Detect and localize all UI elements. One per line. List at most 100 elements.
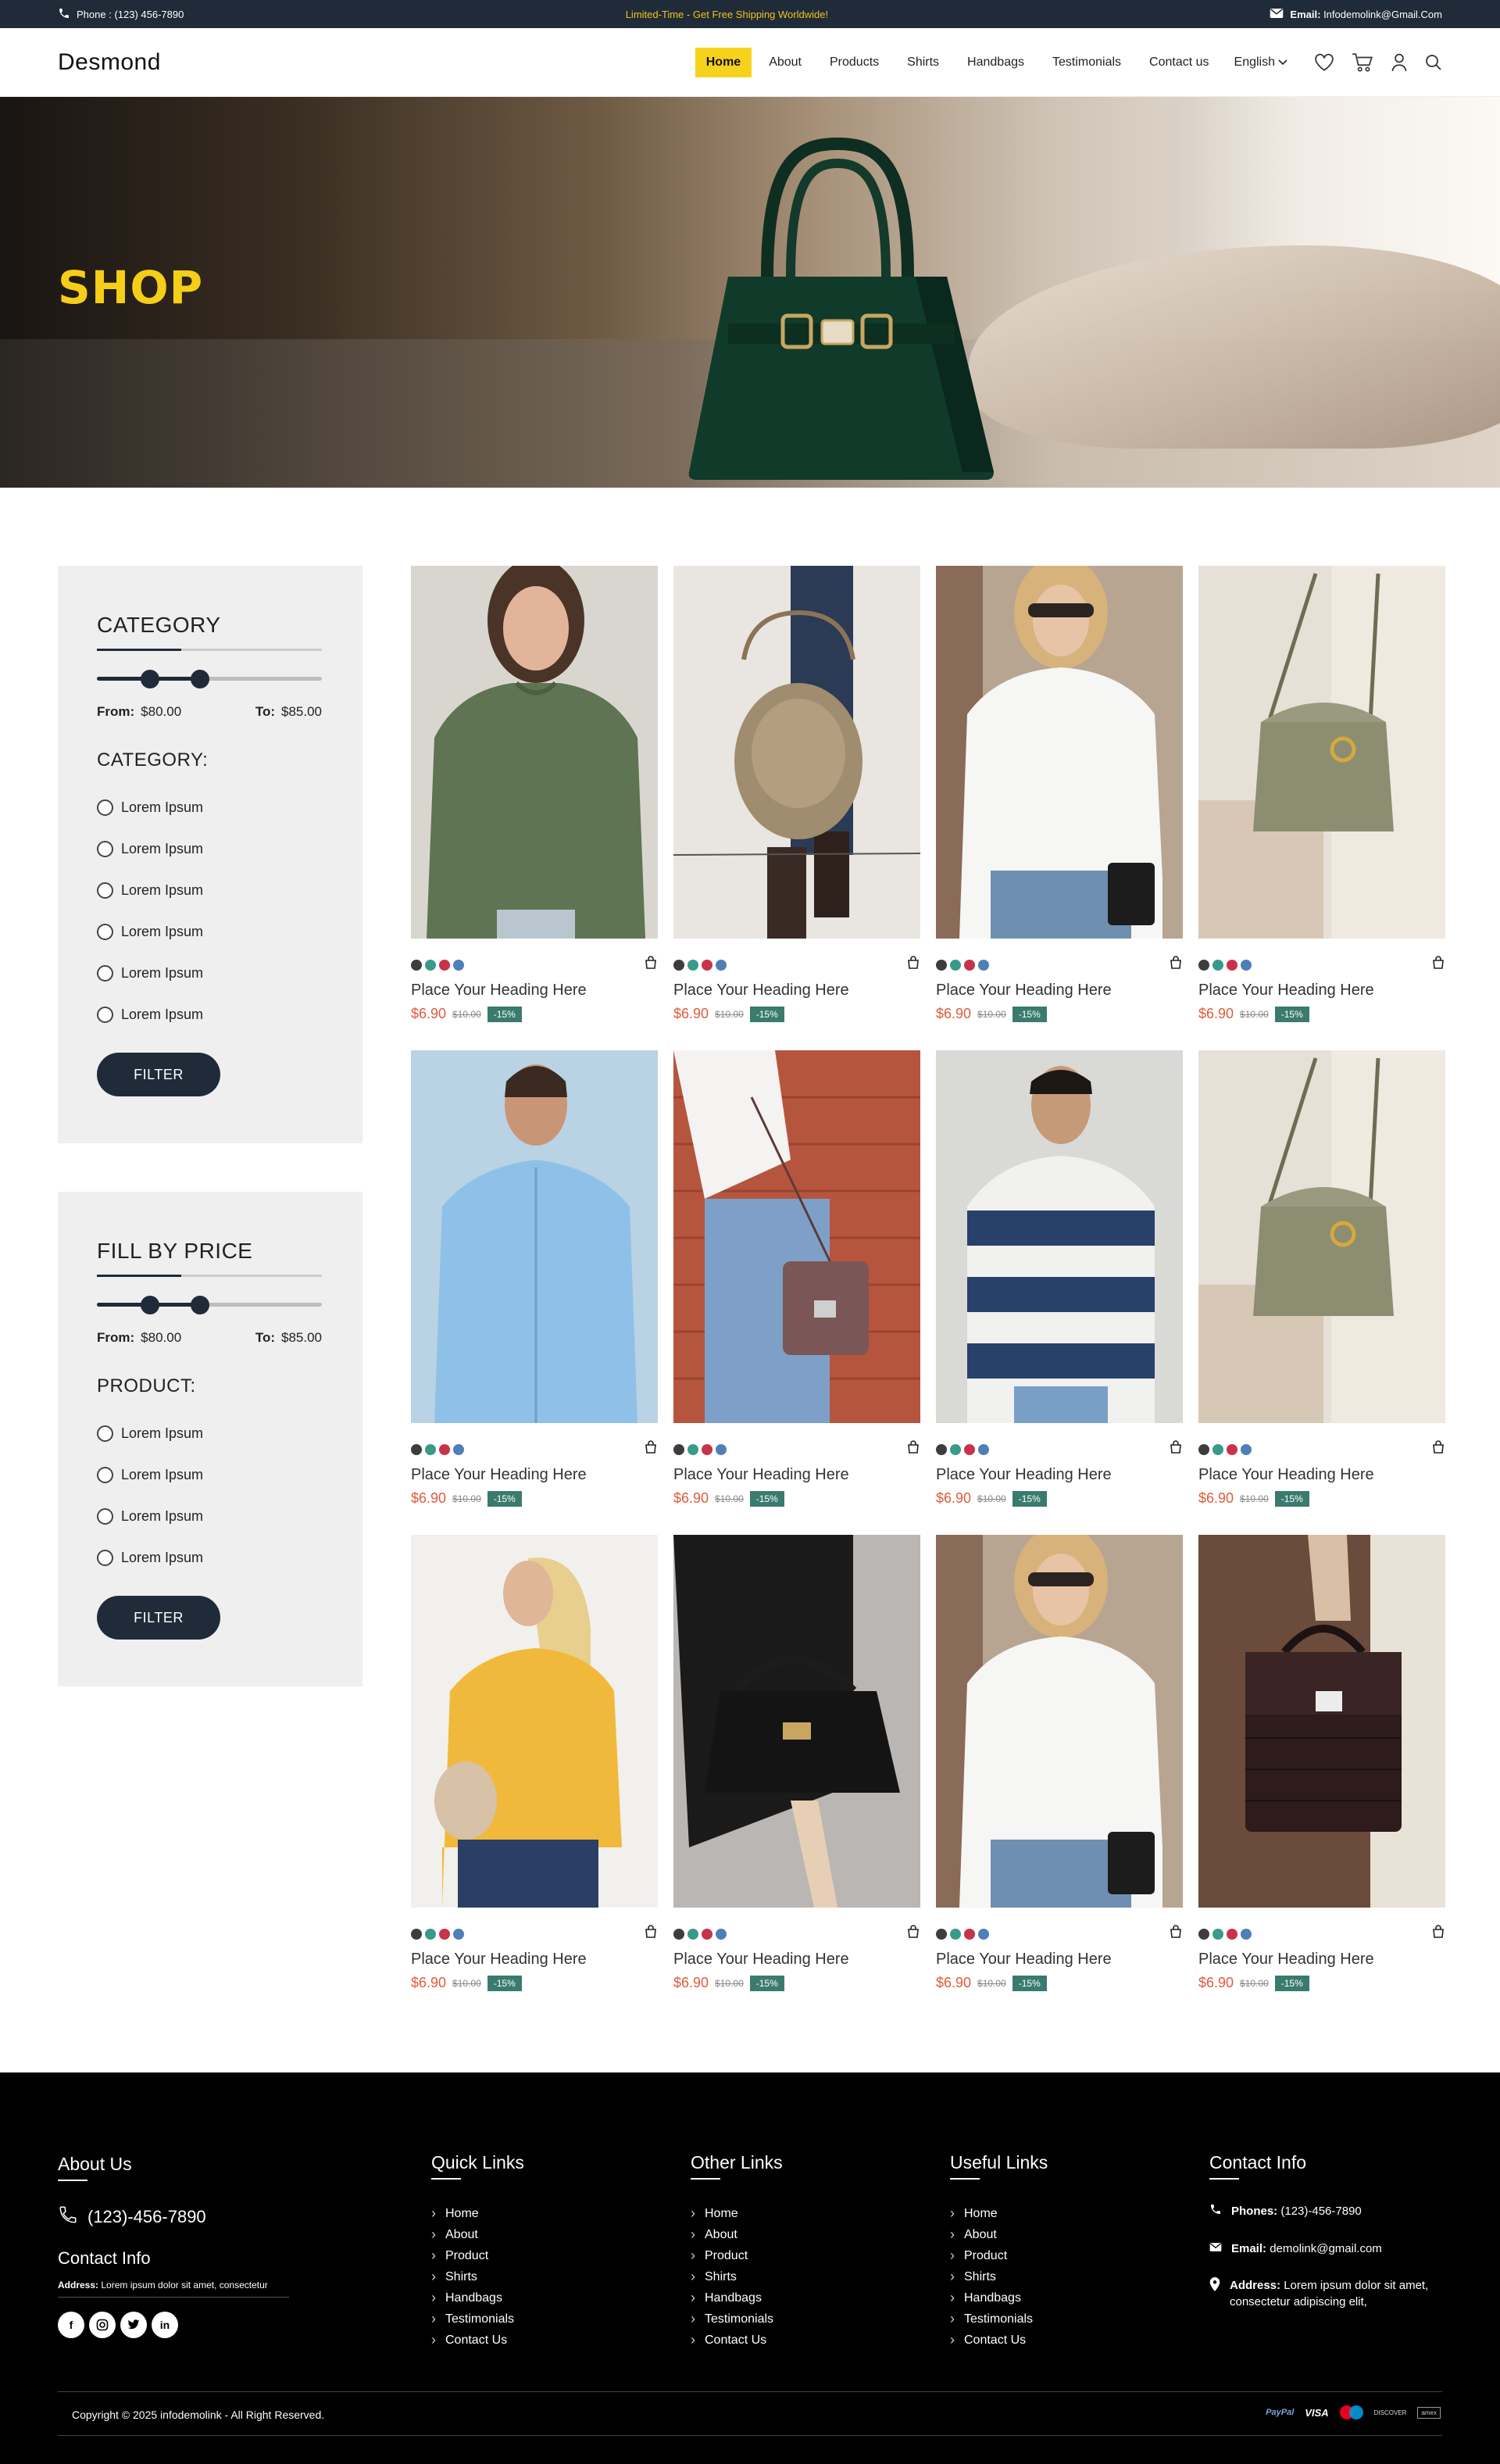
add-to-cart-icon[interactable] bbox=[644, 1925, 658, 1943]
color-swatch[interactable] bbox=[964, 959, 975, 971]
price-filter-button[interactable]: FILTER bbox=[97, 1596, 220, 1640]
product-title[interactable]: Place Your Heading Here bbox=[1198, 982, 1445, 1000]
slider-min-handle[interactable] bbox=[141, 670, 159, 688]
color-swatch[interactable] bbox=[425, 1443, 436, 1455]
color-swatch[interactable] bbox=[1212, 1443, 1223, 1455]
category-filter-button[interactable]: FILTER bbox=[97, 1053, 220, 1096]
color-swatch[interactable] bbox=[1227, 1928, 1238, 1940]
product-card[interactable]: Place Your Heading Here $6.90 $10.00 -15… bbox=[936, 1535, 1183, 2019]
color-swatch[interactable] bbox=[688, 1928, 698, 1940]
color-swatch[interactable] bbox=[673, 1928, 684, 1940]
color-swatch[interactable] bbox=[688, 1443, 698, 1455]
product-title[interactable]: Place Your Heading Here bbox=[936, 1466, 1183, 1484]
category-option[interactable]: Lorem Ipsum bbox=[97, 870, 323, 911]
price-range-slider[interactable] bbox=[97, 1293, 322, 1316]
color-swatch[interactable] bbox=[1212, 959, 1223, 971]
add-to-cart-icon[interactable] bbox=[1431, 1925, 1445, 1943]
facebook-icon[interactable]: f bbox=[58, 2312, 84, 2338]
footer-link[interactable]: Home bbox=[950, 2203, 1048, 2224]
radio-button[interactable] bbox=[97, 1007, 113, 1023]
color-swatch[interactable] bbox=[688, 959, 698, 971]
price-range-slider[interactable] bbox=[97, 667, 322, 690]
product-option[interactable]: Lorem Ipsum bbox=[97, 1413, 323, 1454]
product-card[interactable]: Place Your Heading Here $6.90 $10.00 -15… bbox=[411, 1535, 658, 2019]
contact-phone[interactable]: Phones: (123)-456-7890 bbox=[1209, 2203, 1436, 2220]
add-to-cart-icon[interactable] bbox=[644, 1440, 658, 1458]
color-swatch[interactable] bbox=[1227, 959, 1238, 971]
color-swatch[interactable] bbox=[950, 1928, 961, 1940]
product-image[interactable] bbox=[1198, 1535, 1445, 1908]
color-swatch[interactable] bbox=[411, 959, 422, 971]
product-image[interactable] bbox=[411, 1050, 658, 1423]
footer-link[interactable]: Contact Us bbox=[950, 2330, 1048, 2351]
footer-link[interactable]: Shirts bbox=[950, 2266, 1048, 2287]
slider-min-handle[interactable] bbox=[141, 1296, 159, 1314]
product-title[interactable]: Place Your Heading Here bbox=[1198, 1951, 1445, 1969]
color-swatch[interactable] bbox=[453, 959, 464, 971]
product-option[interactable]: Lorem Ipsum bbox=[97, 1537, 323, 1579]
product-title[interactable]: Place Your Heading Here bbox=[411, 1466, 658, 1484]
footer-link[interactable]: Product bbox=[431, 2245, 524, 2266]
footer-link[interactable]: Product bbox=[950, 2245, 1048, 2266]
footer-link[interactable]: Contact Us bbox=[431, 2330, 524, 2351]
product-card[interactable]: Place Your Heading Here $6.90 $10.00 -15… bbox=[673, 1535, 920, 2019]
footer-link[interactable]: Testimonials bbox=[431, 2308, 524, 2330]
color-swatch[interactable] bbox=[673, 1443, 684, 1455]
color-swatch[interactable] bbox=[1212, 1928, 1223, 1940]
product-image[interactable] bbox=[411, 566, 658, 939]
footer-link[interactable]: Handbags bbox=[431, 2287, 524, 2308]
product-card[interactable]: Place Your Heading Here $6.90 $10.00 -15… bbox=[1198, 1050, 1445, 1535]
color-swatch[interactable] bbox=[964, 1928, 975, 1940]
product-title[interactable]: Place Your Heading Here bbox=[411, 1951, 658, 1969]
radio-button[interactable] bbox=[97, 924, 113, 940]
color-swatch[interactable] bbox=[716, 1928, 727, 1940]
radio-button[interactable] bbox=[97, 1508, 113, 1525]
color-swatch[interactable] bbox=[1198, 959, 1209, 971]
color-swatch[interactable] bbox=[411, 1443, 422, 1455]
product-title[interactable]: Place Your Heading Here bbox=[673, 1951, 920, 1969]
add-to-cart-icon[interactable] bbox=[1431, 1440, 1445, 1458]
product-card[interactable]: Place Your Heading Here $6.90 $10.00 -15… bbox=[673, 566, 920, 1050]
color-swatch[interactable] bbox=[1227, 1443, 1238, 1455]
nav-handbags[interactable]: Handbags bbox=[956, 48, 1035, 77]
category-option[interactable]: Lorem Ipsum bbox=[97, 787, 323, 828]
nav-testimonials[interactable]: Testimonials bbox=[1041, 48, 1132, 77]
footer-link[interactable]: Handbags bbox=[950, 2287, 1048, 2308]
color-swatch[interactable] bbox=[716, 1443, 727, 1455]
product-title[interactable]: Place Your Heading Here bbox=[411, 982, 658, 1000]
radio-button[interactable] bbox=[97, 799, 113, 816]
footer-link[interactable]: About bbox=[950, 2224, 1048, 2245]
footer-link[interactable]: Contact Us bbox=[691, 2330, 783, 2351]
add-to-cart-icon[interactable] bbox=[906, 1925, 920, 1943]
color-swatch[interactable] bbox=[936, 1928, 947, 1940]
product-card[interactable]: Place Your Heading Here $6.90 $10.00 -15… bbox=[936, 566, 1183, 1050]
color-swatch[interactable] bbox=[439, 1443, 450, 1455]
color-swatch[interactable] bbox=[936, 1443, 947, 1455]
add-to-cart-icon[interactable] bbox=[906, 956, 920, 974]
color-swatch[interactable] bbox=[964, 1443, 975, 1455]
color-swatch[interactable] bbox=[1198, 1443, 1209, 1455]
color-swatch[interactable] bbox=[936, 959, 947, 971]
add-to-cart-icon[interactable] bbox=[1169, 1440, 1183, 1458]
radio-button[interactable] bbox=[97, 1550, 113, 1566]
product-title[interactable]: Place Your Heading Here bbox=[936, 982, 1183, 1000]
color-swatch[interactable] bbox=[978, 959, 989, 971]
twitter-icon[interactable] bbox=[120, 2312, 147, 2338]
product-option[interactable]: Lorem Ipsum bbox=[97, 1496, 323, 1537]
color-swatch[interactable] bbox=[950, 959, 961, 971]
user-icon[interactable] bbox=[1391, 53, 1408, 72]
add-to-cart-icon[interactable] bbox=[1169, 956, 1183, 974]
linkedin-icon[interactable]: in bbox=[152, 2312, 178, 2338]
color-swatch[interactable] bbox=[453, 1928, 464, 1940]
color-swatch[interactable] bbox=[702, 1443, 712, 1455]
nav-shirts[interactable]: Shirts bbox=[896, 48, 950, 77]
contact-email[interactable]: Email: demolink@gmail.com bbox=[1209, 2240, 1436, 2257]
radio-button[interactable] bbox=[97, 1467, 113, 1483]
color-swatch[interactable] bbox=[978, 1443, 989, 1455]
instagram-icon[interactable] bbox=[89, 2312, 116, 2338]
product-image[interactable] bbox=[936, 1050, 1183, 1423]
footer-link[interactable]: Handbags bbox=[691, 2287, 783, 2308]
radio-button[interactable] bbox=[97, 882, 113, 899]
product-image[interactable] bbox=[1198, 1050, 1445, 1423]
product-title[interactable]: Place Your Heading Here bbox=[1198, 1466, 1445, 1484]
